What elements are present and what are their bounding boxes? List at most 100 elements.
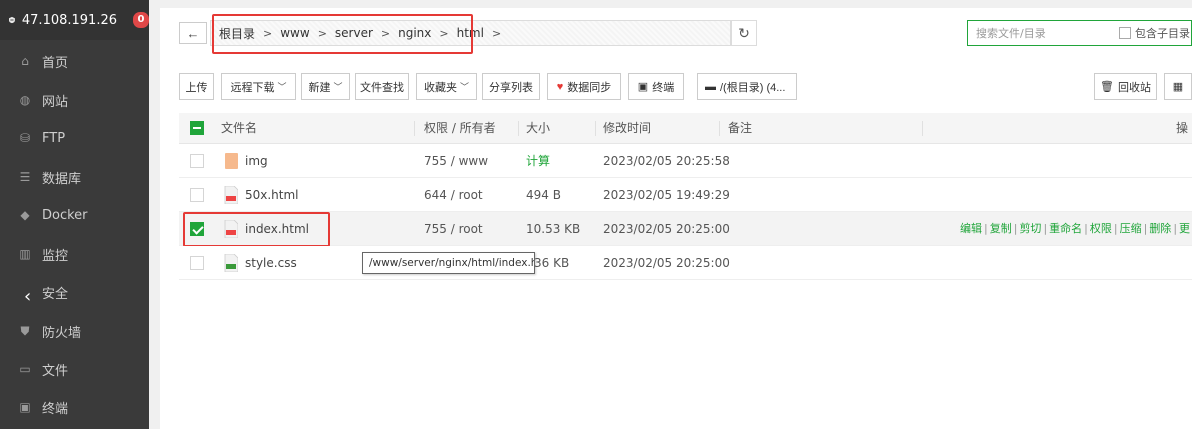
table-row[interactable]: style.css 36 KB 2023/02/05 20:25:00 [179,246,1192,280]
op-separator: | [1084,222,1088,235]
select-all-checkbox[interactable] [190,121,204,135]
view-toggle-button[interactable]: ▦ [1164,73,1192,100]
file-name[interactable]: 50x.html [245,178,299,212]
top-strip [160,0,1192,8]
sidebar-item-label: 文件 [42,363,69,379]
op-edit[interactable]: 编辑 [960,222,982,235]
path-highlight-box [212,14,473,54]
terminal-label: 终端 [652,81,675,94]
home-icon: ⌂ [21,54,29,68]
header-size[interactable]: 大小 [526,113,550,144]
file-permission[interactable]: 755 / www [424,144,488,178]
op-cut[interactable]: 剪切 [1019,222,1041,235]
sidebar-item-label: 首页 [42,55,69,71]
chevron-down-icon: ﹀ [277,82,287,92]
op-compress[interactable]: 压缩 [1120,222,1142,235]
sidebar-item-monitor[interactable]: ▥ 监控 [0,236,149,272]
terminal-icon: ▣ [19,400,31,414]
op-delete[interactable]: 删除 [1149,222,1171,235]
search-box: 包含子目录 [967,20,1192,46]
globe-icon: ◍ [19,93,31,107]
op-copy[interactable]: 复制 [990,222,1012,235]
header-permission[interactable]: 权限 / 所有者 [424,113,496,144]
sidebar-item-terminal[interactable]: ▣ 终端 [0,389,149,425]
terminal-icon: ▣ [637,81,649,93]
sidebar-item-website[interactable]: ◍ 网站 [0,82,149,118]
sidebar-item-home[interactable]: ⌂ 首页 [0,43,149,79]
header-filename[interactable]: 文件名 [221,113,257,144]
html-file-icon [224,186,238,204]
refresh-button[interactable]: ↻ [731,20,757,46]
share-list-label: 分享列表 [489,81,533,94]
file-size[interactable]: 计算 [526,144,550,178]
remote-download-label: 远程下载 [230,81,275,94]
sidebar-item-label: 终端 [42,401,69,417]
table-row[interactable]: index.html 755 / root 10.53 KB 2023/02/0… [179,212,1192,246]
upload-label: 上传 [185,81,208,94]
sidebar-item-docker[interactable]: ◆ Docker [0,197,149,233]
op-separator: | [1043,222,1048,235]
back-button[interactable]: ← [179,22,207,44]
table-row[interactable]: img 755 / www 计算 2023/02/05 20:25:58 [179,144,1192,178]
share-list-button[interactable]: 分享列表 [482,73,540,100]
op-rename[interactable]: 重命名 [1049,222,1082,235]
op-permission[interactable]: 权限 [1090,222,1112,235]
recycle-bin-button[interactable]: 🗑 回收站 [1094,73,1157,100]
row-operations: 编辑 | 复制 | 剪切 | 重命名 | 权限 | 压缩 | 删除 | 更 [960,212,1190,246]
file-search-label: 文件查找 [360,81,404,94]
sidebar-item-firewall[interactable]: ⛊ 防火墙 [0,313,149,349]
disk-button[interactable]: ▬ /(根目录) (4... [697,73,797,100]
row-checkbox[interactable] [190,154,204,168]
table-row[interactable]: 50x.html 644 / root 494 B 2023/02/05 19:… [179,178,1192,212]
collapse-sidebar-icon[interactable]: ‹ [24,288,31,306]
server-shield-icon [9,16,15,24]
disk-label: /(根目录) (4... [720,81,786,94]
sidebar-item-label: Docker [42,207,88,223]
sidebar-item-label: 防火墙 [42,325,82,341]
chevron-down-icon: ﹀ [460,82,470,92]
favorites-button[interactable]: 收藏夹 ﹀ [416,73,477,100]
row-checkbox[interactable] [190,256,204,270]
checkbox-box[interactable] [1119,27,1131,39]
sidebar-item-database[interactable]: ☰ 数据库 [0,159,149,195]
favorites-label: 收藏夹 [424,81,457,94]
sidebar-item-label: 安全 [42,286,69,302]
notification-badge[interactable]: 0 [133,12,149,28]
row-checkbox[interactable] [190,188,204,202]
header-remark: 备注 [728,121,753,135]
file-mtime: 2023/02/05 19:49:29 [603,188,730,202]
arrow-left-icon: ← [186,25,200,41]
file-size: 36 KB [534,256,570,270]
header-mtime[interactable]: 修改时间 [603,113,651,144]
file-search-button[interactable]: 文件查找 [355,73,409,100]
remote-download-button[interactable]: 远程下载 ﹀ [221,73,296,100]
op-separator: | [1013,222,1018,235]
ftp-icon: ⛁ [19,131,31,145]
file-permission[interactable]: 644 / root [424,178,483,212]
sidebar-item-ftp[interactable]: ⛁ FTP [0,120,149,156]
file-name[interactable]: img [245,144,268,178]
refresh-icon: ↻ [738,24,750,41]
file-name[interactable]: style.css [245,246,297,280]
chevron-right-icon: > [491,26,502,40]
include-subdir-label: 包含子目录 [1135,27,1190,40]
data-sync-button[interactable]: ♥ 数据同步 [547,73,621,100]
terminal-button[interactable]: ▣ 终端 [628,73,684,100]
file-mtime: 2023/02/05 20:25:00 [603,256,730,270]
folder-icon [225,153,238,169]
sidebar-item-security[interactable]: 安全 [0,274,149,310]
include-subdir-checkbox[interactable]: 包含子目录 [1119,25,1190,41]
op-separator: | [984,222,988,235]
new-button[interactable]: 新建 ﹀ [301,73,350,100]
op-more[interactable]: 更 [1179,222,1190,235]
op-separator: | [1173,222,1178,235]
file-table-header: 文件名 权限 / 所有者 大小 修改时间 备注 操 [179,113,1192,144]
column-divider [922,121,923,136]
file-permission[interactable]: 755 / root [424,212,483,246]
file-mtime: 2023/02/05 20:25:00 [603,222,730,236]
search-input[interactable] [976,26,1106,40]
sidebar-item-files[interactable]: ▭ 文件 [0,351,149,387]
op-separator: | [1113,222,1118,235]
upload-button[interactable]: 上传 [179,73,214,100]
column-divider [719,121,720,136]
